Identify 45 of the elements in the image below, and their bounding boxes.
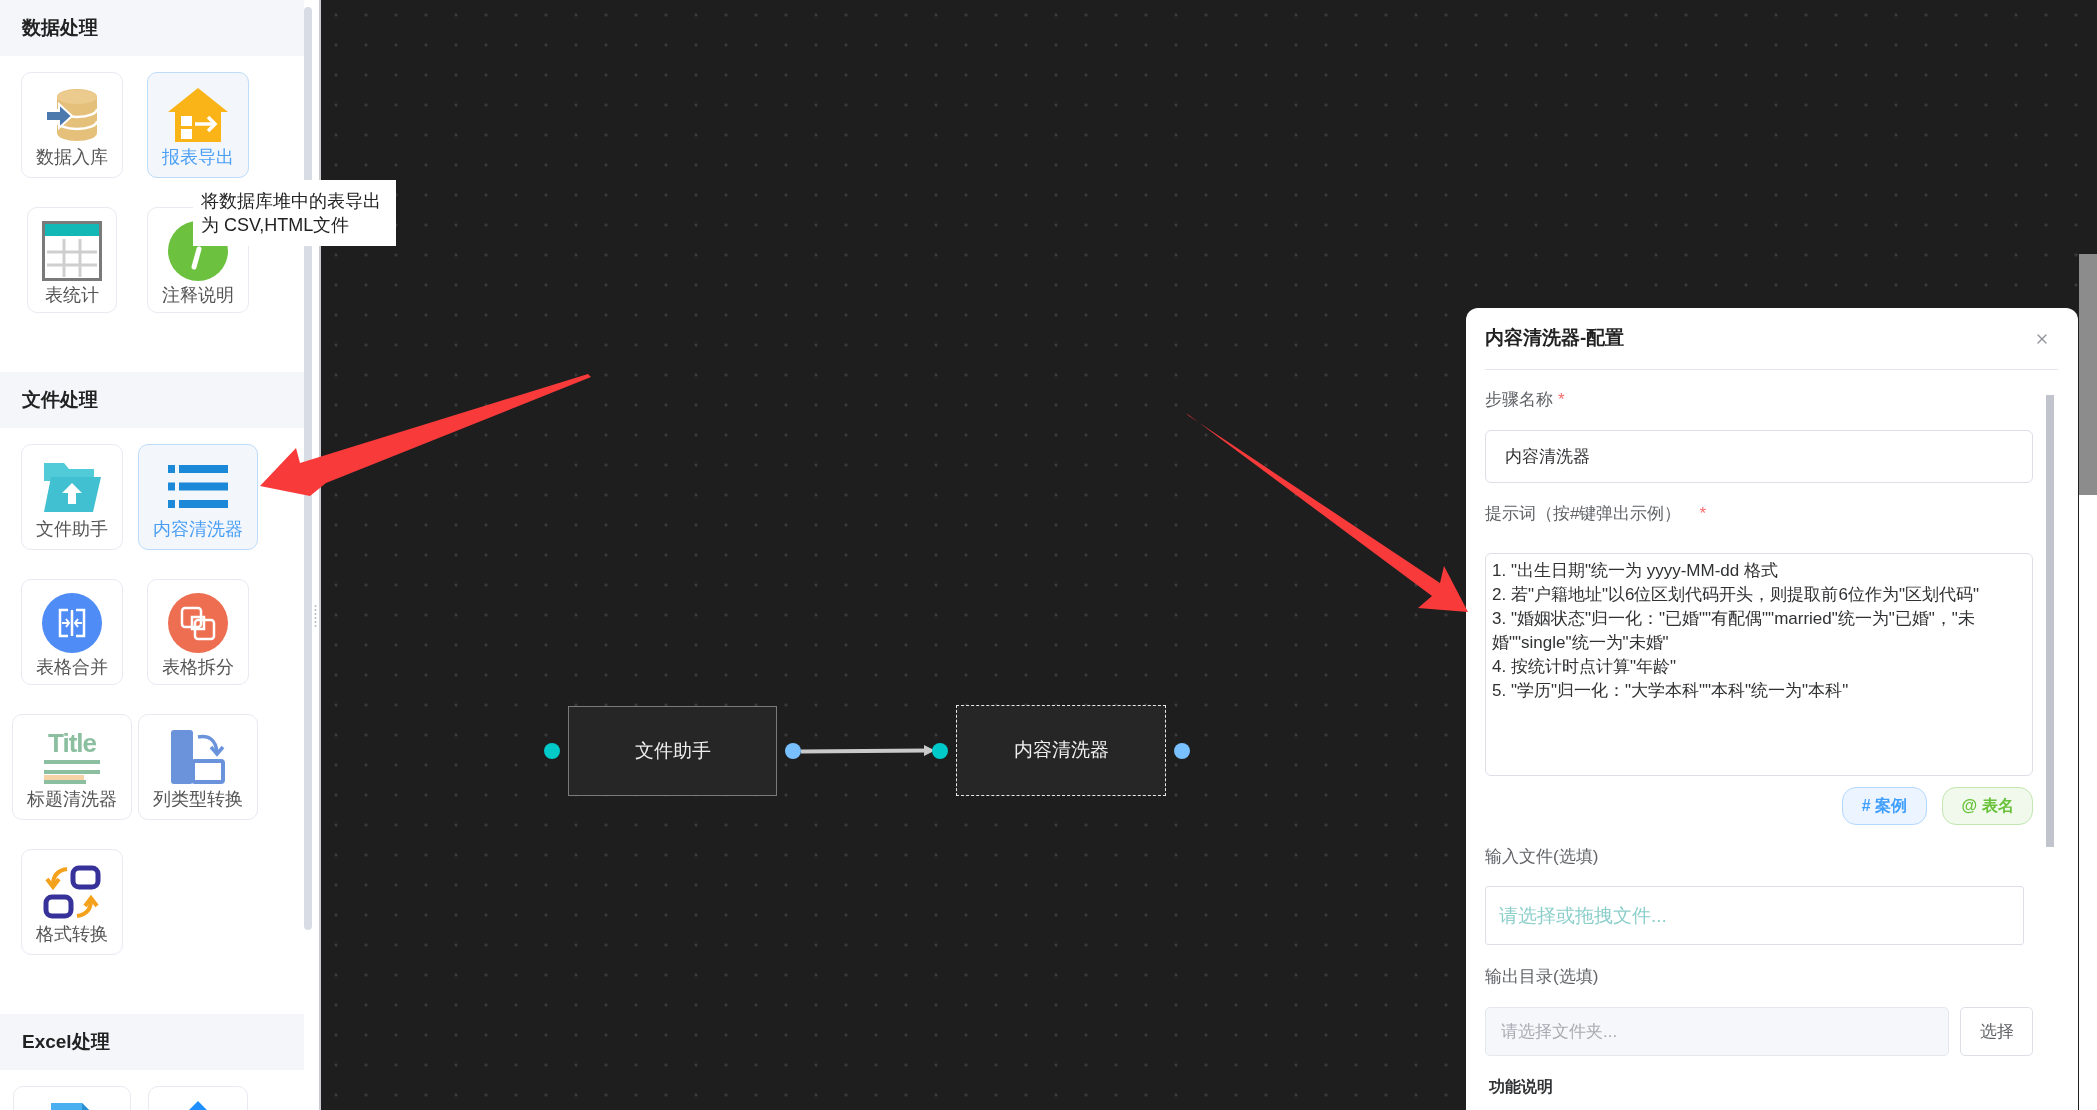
tool-card[interactable]: 表格拆分 bbox=[147, 579, 249, 685]
prompt-textarea[interactable]: 1. "出生日期"统一为 yyyy-MM-dd 格式 2. 若"户籍地址"以6位区划代码开头，则提取前6位作为"区划代码" 3. "婚姻状态"归一化："已婚""有配偶""married"统一为"已婚"，"未婚""single"统一为"未婚" 4. 按统计时点计算"年龄" 5. "学历"归一化："大学本科""本科"统一为"本科" bbox=[1485, 553, 2033, 776]
list-icon bbox=[168, 465, 228, 508]
flow-node[interactable]: 内容清洗器 bbox=[956, 705, 1166, 796]
input-port-icon[interactable] bbox=[932, 742, 948, 759]
table-grid-icon bbox=[42, 221, 102, 281]
browse-button[interactable]: 选择 bbox=[1960, 1007, 2033, 1056]
overlap-squares-icon bbox=[168, 593, 228, 653]
field-label: 输入文件(选填) bbox=[1485, 846, 1599, 868]
scrollbar-thumb[interactable] bbox=[2046, 395, 2054, 847]
file-input[interactable]: 请选择或拖拽文件... bbox=[1485, 886, 2024, 945]
icon-caption: Title bbox=[48, 729, 96, 756]
flow-node[interactable]: 文件助手 bbox=[568, 706, 777, 796]
folder-upload-icon bbox=[42, 460, 102, 513]
output-port-icon[interactable] bbox=[785, 743, 801, 759]
folder-input[interactable]: 请选择文件夹... bbox=[1485, 1007, 1949, 1056]
step-name-input[interactable]: 内容清洗器 bbox=[1485, 430, 2033, 483]
tool-card[interactable]: 数据入库 bbox=[21, 72, 123, 178]
section-heading: 功能说明 bbox=[1488, 1077, 1554, 1097]
tooltip: 将数据库堆中的表导出为 CSV,HTML文件 bbox=[193, 180, 396, 246]
panel-title: 内容清洗器-配置 bbox=[1485, 326, 1625, 351]
tool-card[interactable]: 表格合并 bbox=[21, 579, 123, 685]
output-port-icon[interactable] bbox=[1174, 742, 1190, 759]
text-lines-icon bbox=[44, 757, 100, 784]
field-label: 步骤名称 bbox=[1485, 389, 1553, 411]
tool-card[interactable]: Title 标题清洗器 bbox=[12, 714, 132, 820]
tool-card[interactable]: 列类型转换 bbox=[138, 714, 258, 820]
section-header: Excel处理 bbox=[0, 1014, 304, 1070]
merge-icon bbox=[42, 593, 102, 653]
section-header: 文件处理 bbox=[0, 372, 304, 428]
house-arrow-icon bbox=[168, 87, 228, 142]
database-arrow-icon bbox=[45, 88, 99, 141]
column-swap-icon bbox=[171, 729, 225, 784]
required-mark: * bbox=[1558, 389, 1565, 411]
tool-card[interactable]: 格式转换 bbox=[21, 849, 123, 955]
tool-card[interactable]: 文件助手 bbox=[21, 444, 123, 550]
convert-arrows-icon bbox=[43, 864, 101, 919]
required-mark: * bbox=[1699, 503, 1707, 525]
input-port-icon[interactable] bbox=[544, 743, 560, 759]
field-label: 提示词（按#键弹出示例） bbox=[1485, 503, 1682, 525]
field-label: 输出目录(选填) bbox=[1485, 966, 1599, 988]
grip-icon[interactable] bbox=[314, 604, 317, 628]
scrollbar-thumb[interactable] bbox=[2079, 254, 2097, 495]
section-header: 数据处理 bbox=[0, 0, 304, 56]
tool-card[interactable]: 表统计 bbox=[27, 207, 117, 313]
